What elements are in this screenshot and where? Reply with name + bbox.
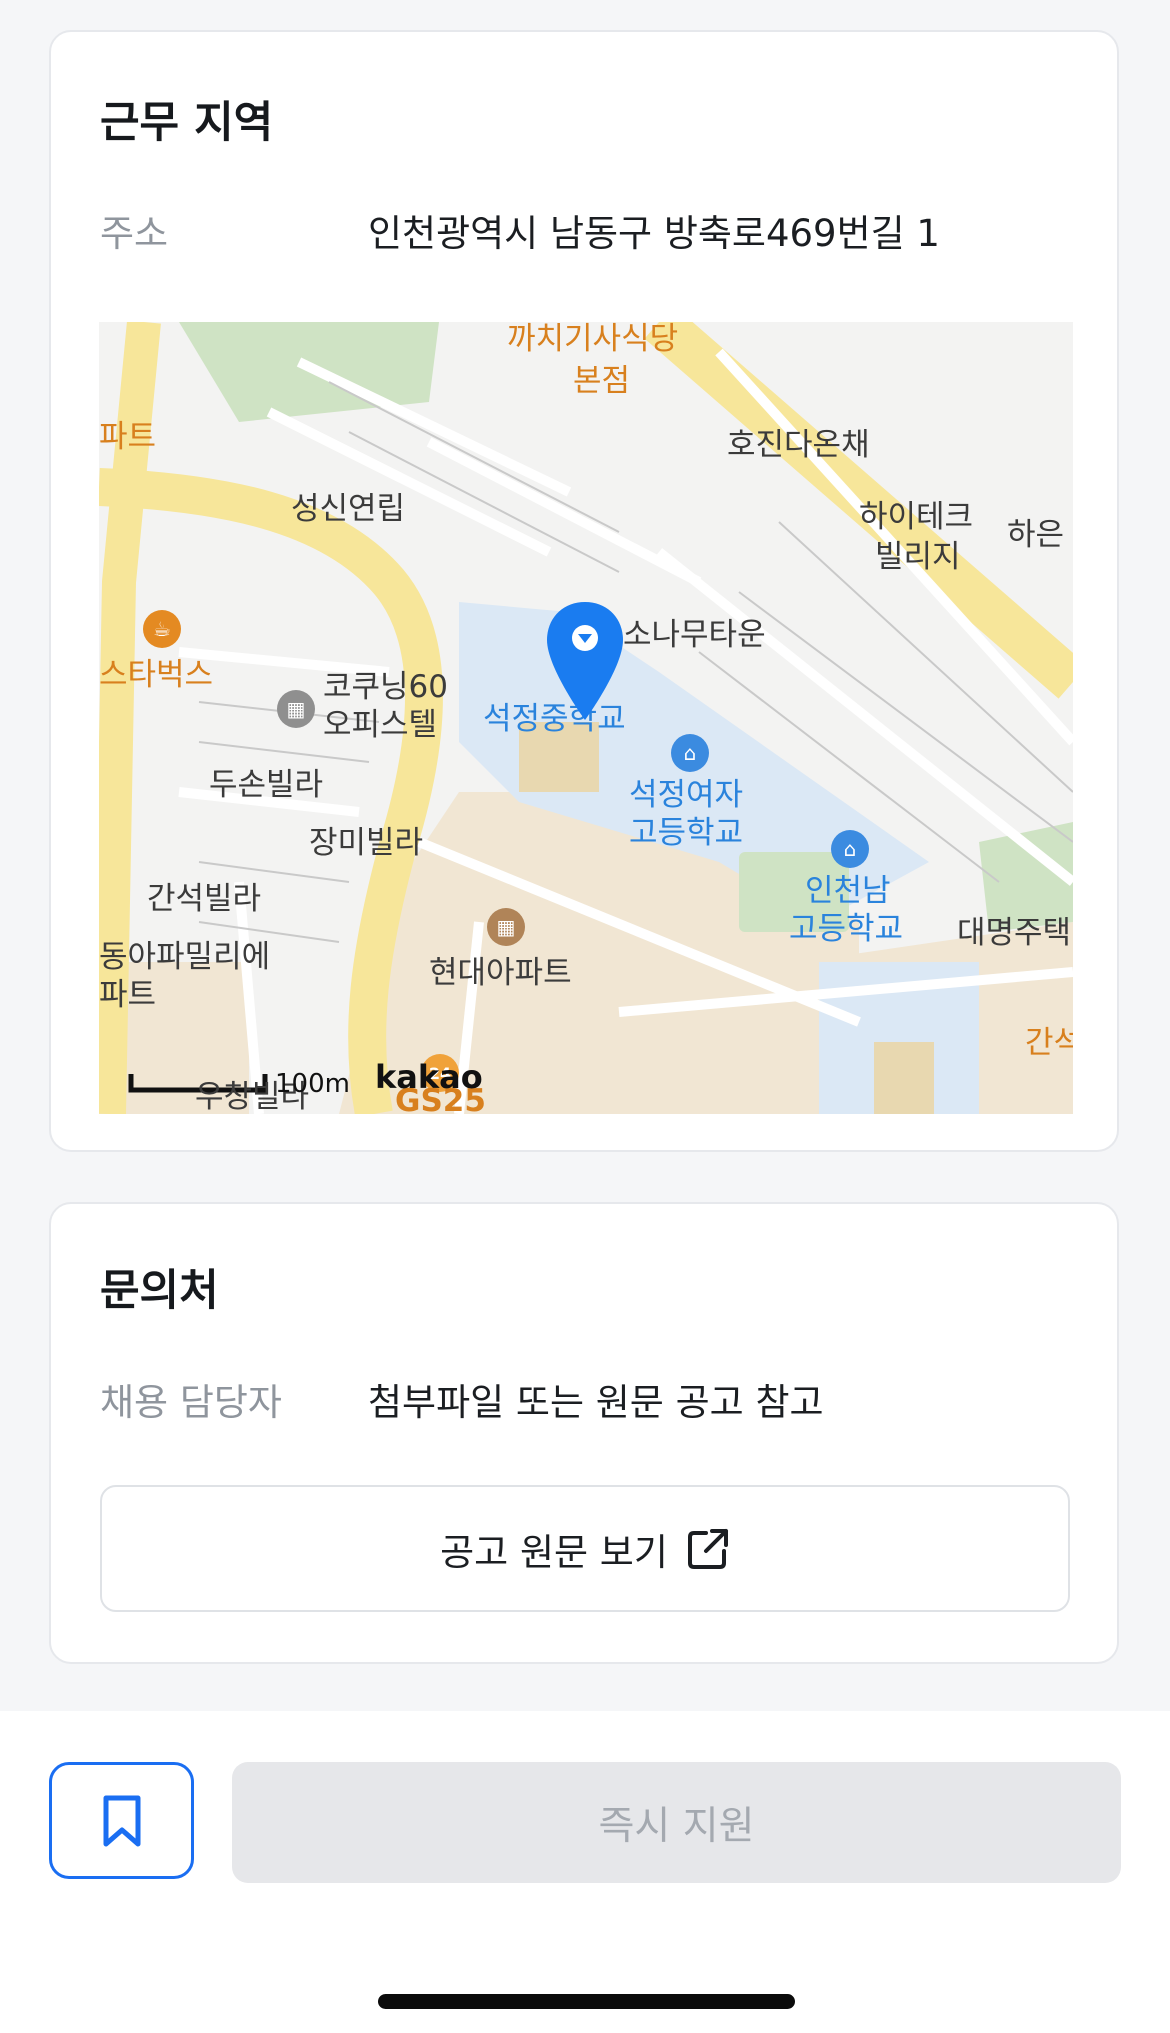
work-area-card: 근무 지역 주소 인천광역시 남동구 방축로469번길 1 까치기사식당 본점 … <box>49 30 1119 1152</box>
location-map[interactable]: 까치기사식당 본점 파트 호진다온채 성신연립 하이테크 빌리지 하은 소나무타… <box>99 322 1073 1114</box>
map-label-cocooning: 코쿠닝60 <box>323 669 449 705</box>
bottom-action-bar: 즉시 지원 <box>0 1711 1170 2033</box>
map-label-girls-high: 석정여자 <box>629 777 744 813</box>
bookmark-button[interactable] <box>49 1762 194 1879</box>
map-label-incheon-nam: 인천남 <box>805 873 891 909</box>
map-label-jangmi: 장미빌라 <box>309 825 424 861</box>
view-original-button[interactable]: 공고 원문 보기 <box>100 1485 1070 1612</box>
school-icon: ⌂ <box>671 734 709 772</box>
map-label-incheon-nam-2: 고등학교 <box>789 911 904 947</box>
map-label-girls-high-2: 고등학교 <box>629 815 744 851</box>
map-label-dooson: 두손빌라 <box>209 767 324 803</box>
map-brand-logo: kakao <box>375 1058 483 1096</box>
map-label-hojin: 호진다온채 <box>727 427 870 463</box>
home-indicator[interactable] <box>378 1994 795 2009</box>
map-label-sonamu: 소나무타운 <box>623 617 766 653</box>
external-link-icon <box>687 1528 728 1569</box>
school-icon: ⌂ <box>831 830 869 868</box>
map-scale-label: 100m <box>275 1069 350 1099</box>
view-original-label: 공고 원문 보기 <box>440 1530 668 1574</box>
map-label-seongsin: 성신연립 <box>291 491 406 527</box>
map-label-apt-left: 파트 <box>99 419 157 455</box>
map-label-family: 동아파밀리에 <box>99 939 271 975</box>
map-label-cocooning-2: 오피스텔 <box>323 707 438 743</box>
map-label-starbucks: 스타벅스 <box>99 657 214 693</box>
manager-label: 채용 담당자 <box>100 1381 282 1424</box>
map-pin-icon <box>545 600 625 724</box>
manager-value: 첨부파일 또는 원문 공고 참고 <box>368 1381 824 1424</box>
map-label-kkachi: 까치기사식당 <box>507 322 679 357</box>
address-label: 주소 <box>100 212 169 255</box>
map-label-family-2: 파트 <box>99 977 157 1013</box>
map-label-haeun: 하은 <box>1007 517 1065 553</box>
apply-now-button[interactable]: 즉시 지원 <box>232 1762 1121 1883</box>
coffee-cup-icon: ☕ <box>143 610 181 648</box>
address-value: 인천광역시 남동구 방축로469번길 1 <box>368 212 940 255</box>
map-label-ganseok-right: 간석 <box>1025 1025 1073 1061</box>
map-label-hyundai: 현대아파트 <box>429 955 572 991</box>
work-area-title: 근무 지역 <box>100 98 274 148</box>
building-icon: ▦ <box>487 908 525 946</box>
map-label-ganseok: 간석빌라 <box>147 881 262 917</box>
building-icon: ▦ <box>277 690 315 728</box>
map-label-kkachi-2: 본점 <box>573 363 631 399</box>
map-label-hitech-2: 빌리지 <box>875 539 961 575</box>
contact-card: 문의처 채용 담당자 첨부파일 또는 원문 공고 참고 공고 원문 보기 <box>49 1202 1119 1664</box>
bookmark-icon <box>103 1795 140 1846</box>
contact-title: 문의처 <box>100 1266 219 1316</box>
map-label-daemyeong: 대명주택 <box>957 915 1072 951</box>
map-label-hitech: 하이테크 <box>859 499 974 535</box>
